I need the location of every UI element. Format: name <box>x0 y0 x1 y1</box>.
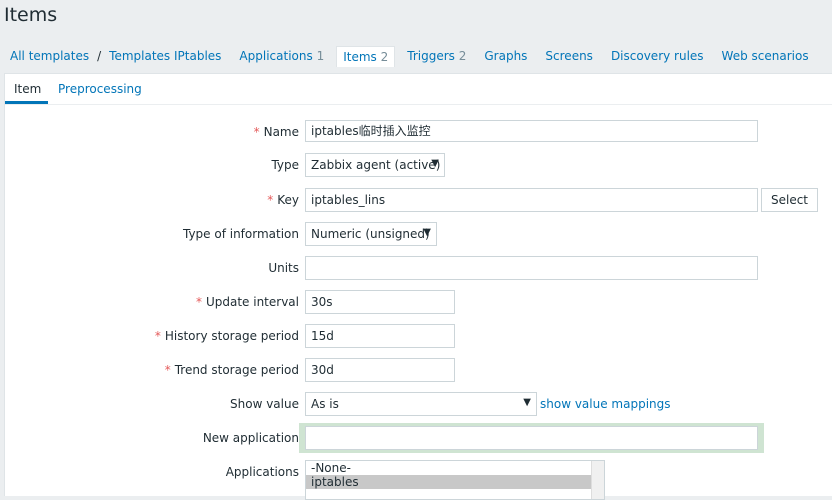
units-label: Units <box>268 261 299 275</box>
item-form-panel: Item Preprocessing * Name iptables临时插入监控 … <box>4 73 832 500</box>
nav-screens[interactable]: Screens <box>545 49 593 63</box>
applications-listbox[interactable]: -None- iptables <box>305 460 605 500</box>
tab-item[interactable]: Item <box>14 82 41 96</box>
applications-label: Applications <box>225 465 299 479</box>
row-new-application: New application <box>5 423 832 453</box>
applications-option-none[interactable]: -None- <box>306 461 604 475</box>
key-input[interactable]: iptables_lins <box>305 188 758 212</box>
row-history: * History storage period 15d <box>5 324 832 348</box>
nav-applications[interactable]: Applications 1 <box>239 49 324 63</box>
required-marker: * <box>154 329 161 343</box>
row-type: Type Zabbix agent (active) ▼ <box>5 153 832 177</box>
chevron-down-icon: ▼ <box>523 397 531 408</box>
form-tabs: Item Preprocessing <box>5 74 832 105</box>
row-show-value: Show value As is ▼ show value mappings <box>5 392 832 416</box>
type-of-information-label: Type of information <box>182 227 299 241</box>
row-units: Units <box>5 256 832 280</box>
applications-option-iptables[interactable]: iptables <box>306 475 604 489</box>
chevron-down-icon: ▼ <box>431 158 439 169</box>
trend-label-text: Trend storage period <box>174 363 299 377</box>
nav-discovery-rules[interactable]: Discovery rules <box>611 49 704 63</box>
type-of-information-select[interactable]: Numeric (unsigned) ▼ <box>305 222 437 246</box>
nav-items-label: Items <box>343 49 377 64</box>
chevron-down-icon: ▼ <box>423 227 431 238</box>
new-application-label: New application <box>202 431 299 445</box>
tab-preprocessing[interactable]: Preprocessing <box>58 82 142 96</box>
name-label: * Name <box>254 125 299 139</box>
required-marker: * <box>164 363 171 377</box>
update-interval-label-text: Update interval <box>205 295 299 309</box>
nav-triggers[interactable]: Triggers 2 <box>407 49 466 63</box>
breadcrumb-template[interactable]: Templates IPtables <box>109 49 221 63</box>
nav-triggers-label: Triggers <box>407 49 455 63</box>
new-application-input[interactable] <box>305 426 758 450</box>
history-input[interactable]: 15d <box>305 324 455 348</box>
name-input[interactable]: iptables临时插入监控 <box>305 120 758 142</box>
nav-web-scenarios[interactable]: Web scenarios <box>722 49 809 63</box>
nav-graphs[interactable]: Graphs <box>484 49 527 63</box>
nav-applications-label: Applications <box>239 49 313 63</box>
breadcrumb: All templates / Templates IPtables Appli… <box>0 44 832 68</box>
key-label: * Key <box>267 193 299 207</box>
type-select-value: Zabbix agent (active) <box>311 158 441 172</box>
row-type-of-information: Type of information Numeric (unsigned) ▼ <box>5 222 832 246</box>
trend-input[interactable]: 30d <box>305 358 455 382</box>
row-trend: * Trend storage period 30d <box>5 358 832 382</box>
update-interval-input[interactable]: 30s <box>305 290 455 314</box>
nav-items-count: 2 <box>380 49 389 64</box>
row-update-interval: * Update interval 30s <box>5 290 832 314</box>
row-name: * Name iptables临时插入监控 <box>5 120 832 144</box>
show-value-select[interactable]: As is ▼ <box>305 392 537 416</box>
key-select-button[interactable]: Select <box>761 188 818 212</box>
trend-label: * Trend storage period <box>165 363 299 377</box>
applications-scrollbar[interactable] <box>591 461 604 499</box>
row-key: * Key iptables_lins Select <box>5 188 832 212</box>
history-label-text: History storage period <box>164 329 299 343</box>
type-label: Type <box>271 158 299 172</box>
show-value-select-value: As is <box>311 397 339 411</box>
name-label-text: Name <box>263 125 299 139</box>
required-marker: * <box>253 125 260 139</box>
breadcrumb-all-templates[interactable]: All templates <box>10 49 89 63</box>
type-of-information-value: Numeric (unsigned) <box>311 227 430 241</box>
show-value-label: Show value <box>230 397 299 411</box>
required-marker: * <box>267 193 274 207</box>
required-marker: * <box>195 295 202 309</box>
nav-triggers-count: 2 <box>458 49 467 63</box>
history-label: * History storage period <box>155 329 299 343</box>
show-value-mappings-link[interactable]: show value mappings <box>540 397 671 411</box>
units-input[interactable] <box>305 256 758 280</box>
nav-applications-count: 1 <box>316 49 325 63</box>
nav-items[interactable]: Items 2 <box>336 45 396 67</box>
update-interval-label: * Update interval <box>196 295 299 309</box>
row-applications: Applications -None- iptables <box>5 460 832 500</box>
breadcrumb-separator: / <box>97 49 102 63</box>
page-title: Items <box>4 4 58 26</box>
active-tab-indicator <box>5 101 48 104</box>
type-select[interactable]: Zabbix agent (active) ▼ <box>305 153 445 177</box>
key-label-text: Key <box>277 193 299 207</box>
